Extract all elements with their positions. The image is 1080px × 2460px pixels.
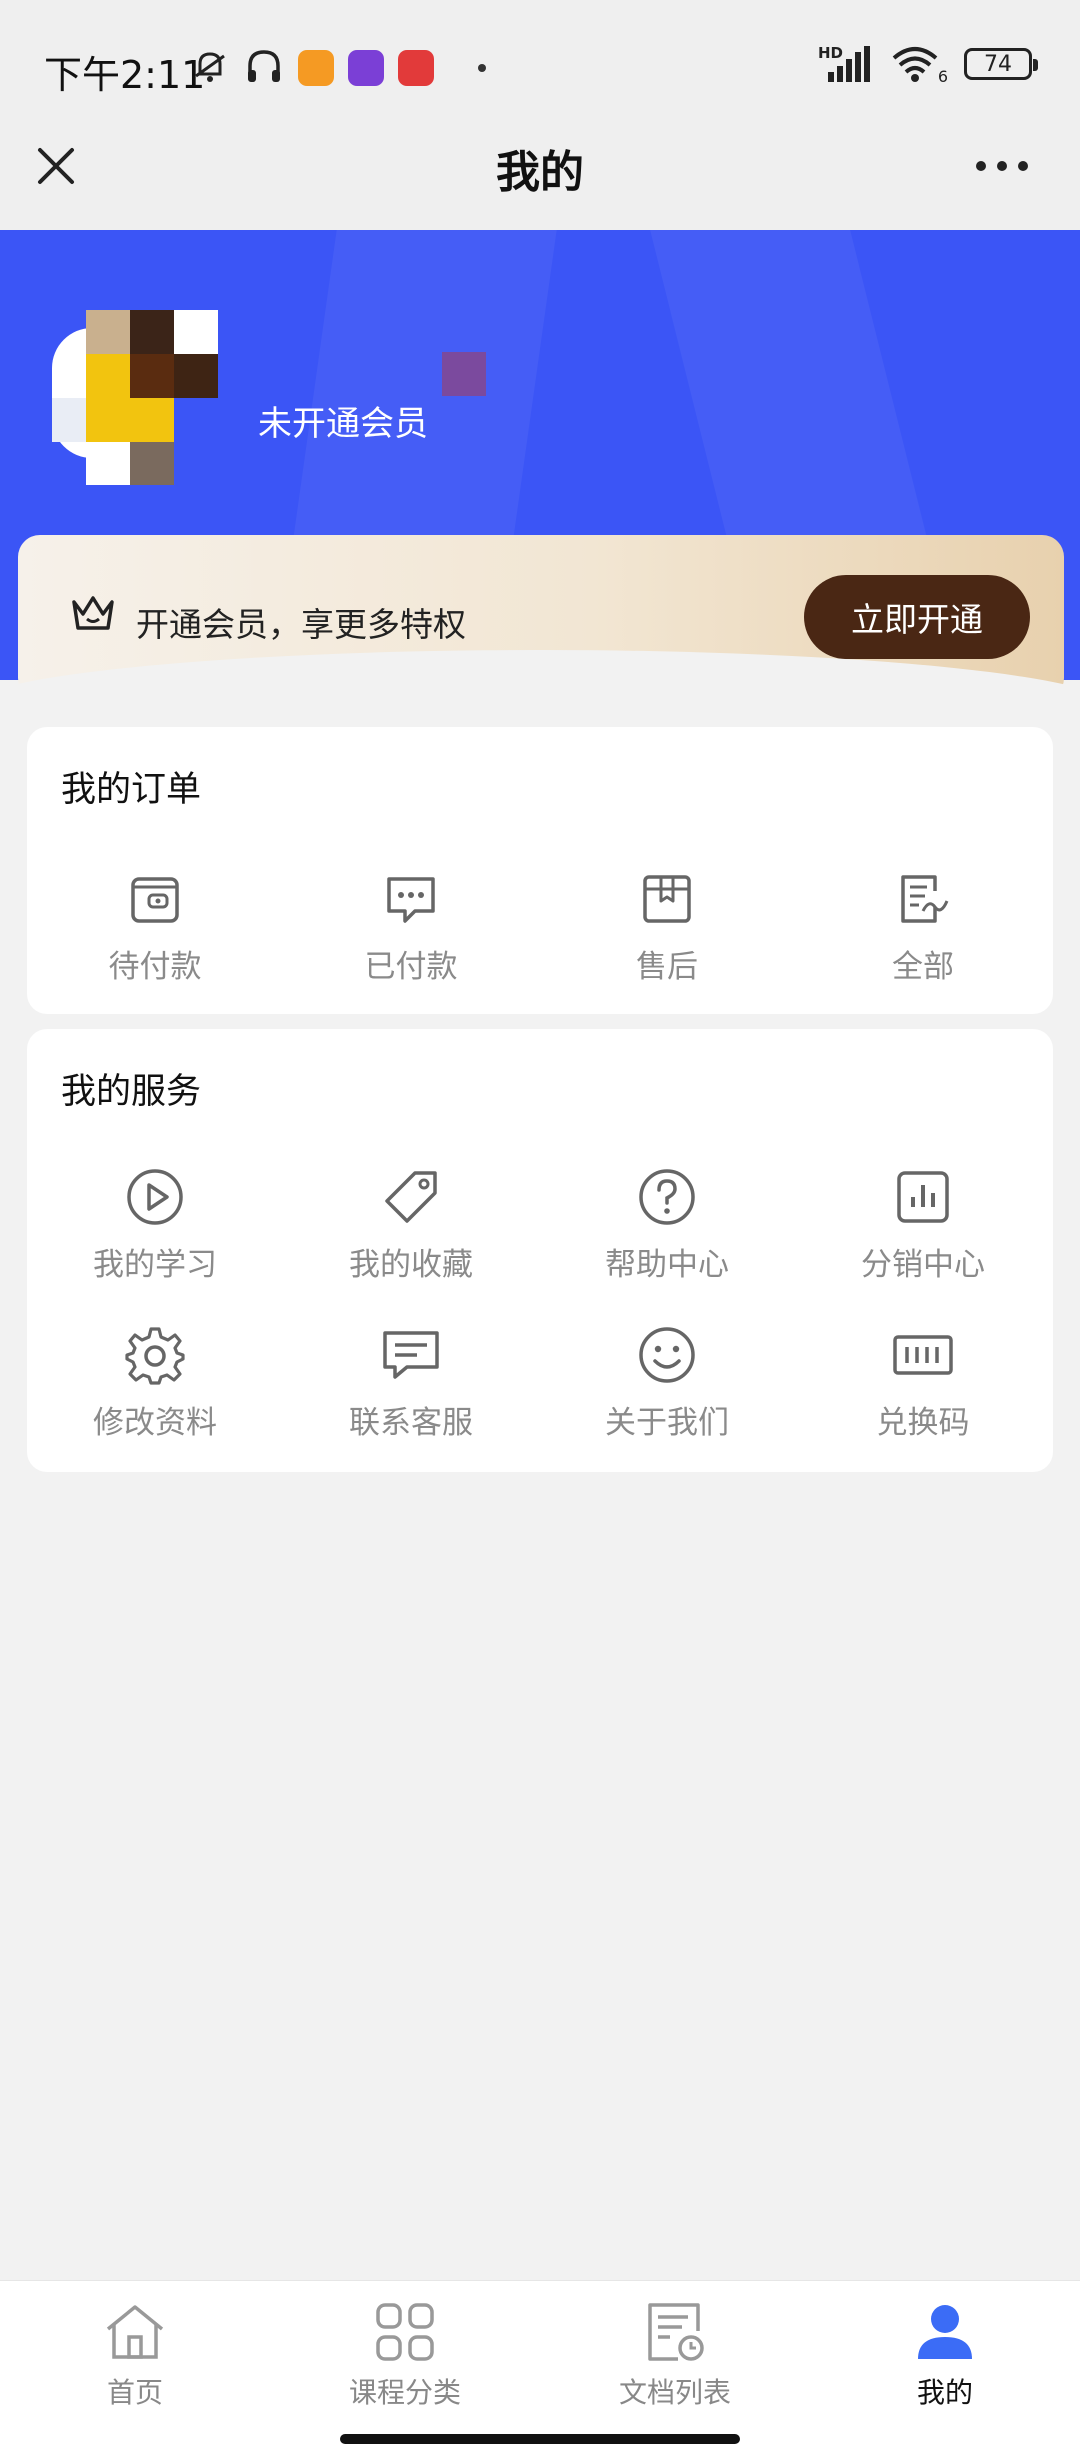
play-circle-icon <box>123 1165 187 1229</box>
tab-mine[interactable]: 我的 <box>810 2299 1080 2411</box>
service-item-label: 关于我们 <box>605 1405 729 1441</box>
service-contact-support[interactable]: 联系客服 <box>283 1323 539 1463</box>
battery-indicator: 74 <box>964 48 1038 80</box>
tab-label: 文档列表 <box>618 2376 731 2409</box>
tab-label: 课程分类 <box>348 2376 461 2409</box>
tab-document-list[interactable]: 文档列表 <box>540 2299 810 2411</box>
chat-dots-icon <box>379 867 443 931</box>
signal-icon: HD <box>818 44 872 84</box>
more-dots-icon <box>976 161 1028 171</box>
member-status: 未开通会员 <box>258 404 428 444</box>
order-item-label: 已付款 <box>364 949 458 985</box>
wallet-icon <box>123 867 187 931</box>
headphones-icon <box>244 46 284 90</box>
service-item-label: 分销中心 <box>861 1247 985 1283</box>
order-item-label: 全部 <box>892 949 954 985</box>
user-icon <box>912 2299 978 2365</box>
open-membership-button[interactable]: 立即开通 <box>804 575 1030 659</box>
app-notification-icon <box>348 50 384 86</box>
bar-chart-icon <box>891 1165 955 1229</box>
more-options-button[interactable] <box>970 140 1034 192</box>
app-notification-icon <box>298 50 334 86</box>
vip-promo-text: 开通会员，享更多特权 <box>136 605 466 644</box>
tab-course-categories[interactable]: 课程分类 <box>270 2299 540 2411</box>
document-clock-icon <box>642 2299 708 2365</box>
home-icon <box>102 2299 168 2365</box>
tab-label: 首页 <box>106 2376 163 2409</box>
message-icon <box>379 1323 443 1387</box>
music-app-icon <box>398 50 434 86</box>
service-item-label: 我的学习 <box>93 1247 217 1283</box>
question-circle-icon <box>635 1165 699 1229</box>
wifi-suffix: 6 <box>937 67 948 86</box>
nav-header: 我的 <box>0 130 1080 230</box>
status-system-icons: HD 6 74 <box>818 44 1038 86</box>
status-time: 下午2:11 <box>44 53 206 97</box>
service-distribution-center[interactable]: 分销中心 <box>795 1165 1051 1305</box>
service-my-favorites[interactable]: 我的收藏 <box>283 1165 539 1305</box>
orders-title: 我的订单 <box>61 770 202 810</box>
package-icon <box>635 867 699 931</box>
order-pending-payment[interactable]: 待付款 <box>27 867 283 1007</box>
smile-icon <box>635 1323 699 1387</box>
order-all[interactable]: 全部 <box>795 867 1051 1007</box>
tag-icon <box>379 1165 443 1229</box>
barcode-icon <box>891 1323 955 1387</box>
service-my-learning[interactable]: 我的学习 <box>27 1165 283 1305</box>
order-item-label: 售后 <box>636 949 698 985</box>
services-title: 我的服务 <box>61 1072 202 1112</box>
order-paid[interactable]: 已付款 <box>283 867 539 1007</box>
service-about-us[interactable]: 关于我们 <box>539 1323 795 1463</box>
order-after-sales[interactable]: 售后 <box>539 867 795 1007</box>
order-item-label: 待付款 <box>108 949 202 985</box>
more-notifications-dot <box>478 64 486 72</box>
service-item-label: 联系客服 <box>349 1405 473 1441</box>
badge-square <box>442 352 486 396</box>
page-title: 我的 <box>496 147 584 198</box>
document-list-icon <box>891 867 955 931</box>
bottom-tab-bar: 首页 课程分类 文档列表 我的 <box>0 2280 1080 2460</box>
service-redeem-code[interactable]: 兑换码 <box>795 1323 1051 1463</box>
service-item-label: 我的收藏 <box>349 1247 473 1283</box>
service-help-center[interactable]: 帮助中心 <box>539 1165 795 1305</box>
avatar[interactable] <box>52 310 222 485</box>
service-item-label: 修改资料 <box>93 1405 217 1441</box>
grid-icon <box>372 2299 438 2365</box>
services-card: 我的服务 我的学习 我的收藏 帮助中心 分销中心 修改资料 联系客服 关于我们 … <box>27 1029 1053 1472</box>
tab-label: 我的 <box>916 2376 973 2409</box>
service-item-label: 帮助中心 <box>605 1247 729 1283</box>
service-item-label: 兑换码 <box>876 1405 970 1441</box>
tab-home[interactable]: 首页 <box>0 2299 270 2411</box>
gear-icon <box>123 1323 187 1387</box>
orders-card: 我的订单 待付款 已付款 售后 全部 <box>27 727 1053 1014</box>
status-notification-icons <box>190 46 486 90</box>
status-bar: 下午2:11 HD 6 74 <box>0 0 1080 130</box>
service-edit-profile[interactable]: 修改资料 <box>27 1323 283 1463</box>
mute-bell-icon <box>190 46 230 90</box>
crown-icon <box>72 596 114 630</box>
wifi-icon: 6 <box>892 44 948 86</box>
home-indicator[interactable] <box>340 2434 740 2444</box>
